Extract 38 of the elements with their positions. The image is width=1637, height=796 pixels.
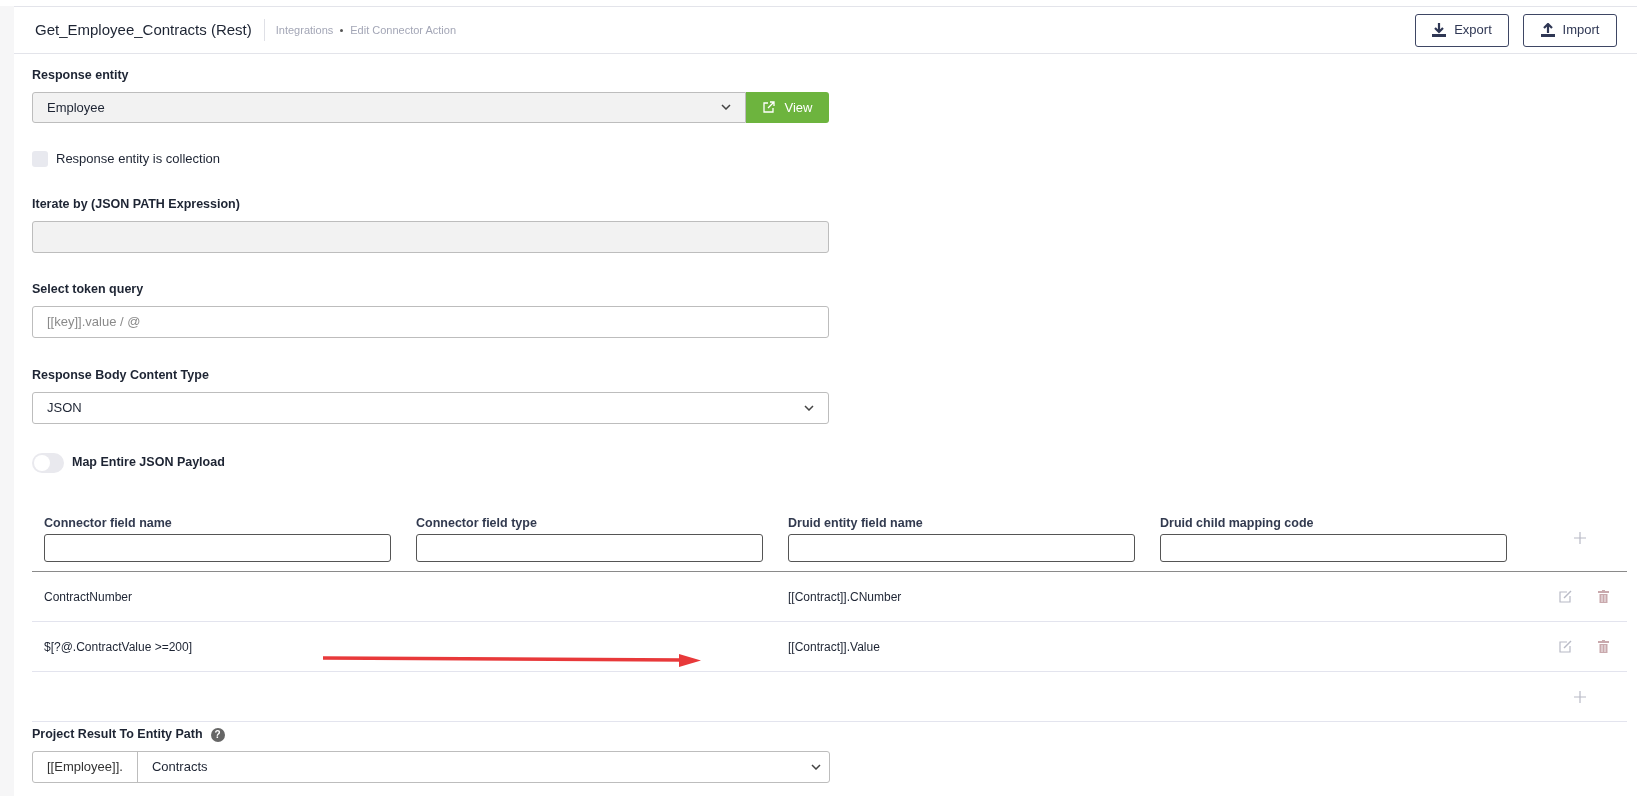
plus-icon — [1573, 690, 1586, 703]
trash-icon — [1598, 640, 1609, 654]
column-label: Druid entity field name — [788, 514, 924, 532]
content-type-select[interactable]: JSON — [32, 391, 829, 424]
import-button[interactable]: Import — [1523, 13, 1617, 47]
table-cell-text: [[Contract]].Value — [788, 638, 881, 656]
caret-icon — [721, 104, 731, 111]
checkbox-label: Response entity is collection — [56, 149, 221, 168]
edit-icon — [1559, 590, 1572, 604]
download-icon — [1432, 23, 1447, 37]
input-field[interactable] — [416, 534, 763, 563]
input-field[interactable] — [788, 534, 1135, 563]
entity-select[interactable]: Employee — [32, 91, 746, 123]
table-cell-text: [[Contract]].CNumber — [788, 588, 903, 606]
input-field[interactable] — [1160, 534, 1507, 563]
column-label: Druid child mapping code — [1160, 514, 1315, 532]
external-link-icon — [762, 101, 775, 114]
edit-icon — [1559, 640, 1572, 654]
trash-icon — [1598, 590, 1609, 604]
field-label: Iterate by (JSON PATH Expression) — [32, 196, 241, 214]
toggle-label: Map Entire JSON Payload — [72, 454, 225, 472]
table-cell-text: ContractNumber — [44, 588, 134, 606]
field-label: Project Result To Entity Path — [32, 726, 203, 744]
plus-icon — [1573, 531, 1586, 544]
separator-dot — [340, 28, 344, 32]
input-field[interactable] — [44, 534, 391, 563]
field-label: Response Body Content Type — [32, 366, 210, 384]
caret-icon — [804, 404, 814, 411]
column-label: Connector field type — [416, 514, 538, 532]
export-button[interactable]: Export — [1415, 13, 1509, 47]
field-label: Select token query — [32, 281, 145, 298]
column-label: Connector field name — [44, 514, 173, 532]
help-icon[interactable]: ? — [210, 727, 225, 742]
field-label: Response entity — [32, 67, 130, 84]
input-field[interactable]: [[key]].value / @ — [32, 305, 829, 338]
table-cell-text: $[?@.ContractValue >=200] — [44, 638, 194, 656]
upload-icon — [1540, 23, 1555, 37]
page-title: Get_Employee_Contracts (Rest) — [35, 18, 265, 42]
